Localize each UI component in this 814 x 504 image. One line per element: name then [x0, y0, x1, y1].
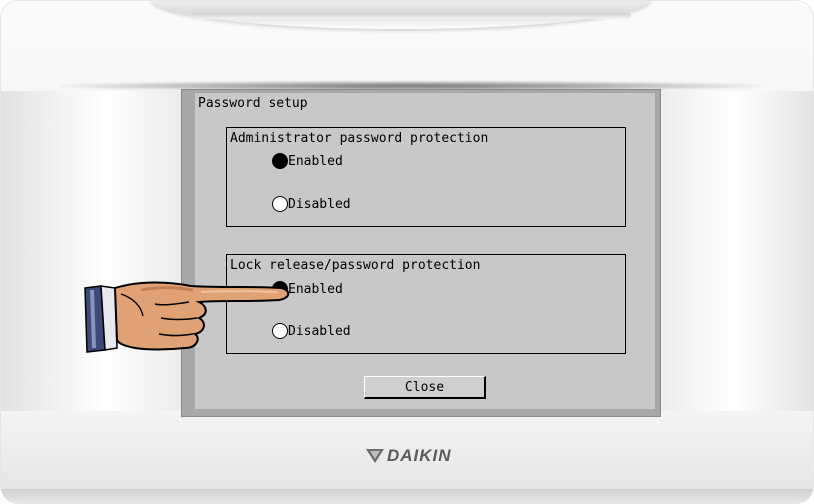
lock-enabled-label: Enabled [288, 281, 343, 297]
admin-password-group: Administrator password protection Enable… [226, 127, 626, 227]
radio-unchecked-icon[interactable] [272, 196, 288, 212]
admin-disabled-label: Disabled [288, 196, 351, 212]
brand-logo: DAIKIN [366, 446, 452, 466]
brand-name: DAIKIN [387, 446, 452, 465]
admin-disabled-option[interactable]: Disabled [272, 195, 351, 213]
lock-group-title: Lock release/password protection [230, 258, 481, 273]
daikin-logo-icon [366, 449, 384, 463]
lock-disabled-label: Disabled [288, 323, 351, 339]
radio-checked-icon[interactable] [272, 153, 288, 169]
admin-enabled-option[interactable]: Enabled [272, 152, 343, 170]
device-left-panel [1, 91, 191, 411]
admin-group-title: Administrator password protection [230, 131, 489, 146]
device-bottom-edge [1, 489, 813, 503]
pointing-hand-icon [84, 281, 290, 353]
device-right-panel [655, 91, 813, 411]
password-setup-screen: Password setup Administrator password pr… [195, 93, 655, 409]
device-top-groove [191, 13, 631, 19]
close-button[interactable]: Close [364, 376, 486, 399]
admin-enabled-label: Enabled [288, 153, 343, 169]
screen-title: Password setup [198, 96, 308, 111]
controller-device: Password setup Administrator password pr… [0, 0, 814, 504]
